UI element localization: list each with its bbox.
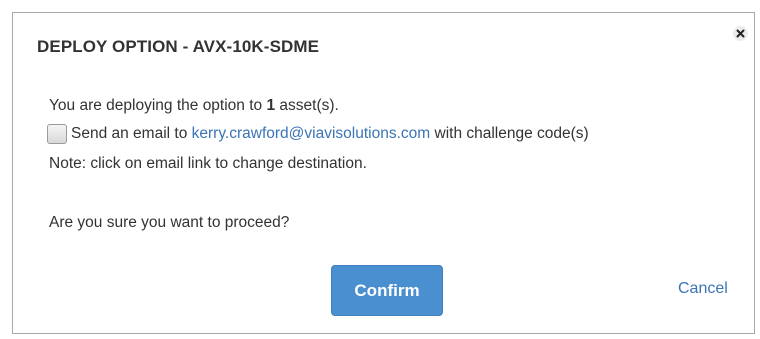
email-note: Note: click on email link to change dest… [49, 155, 367, 172]
deploy-message: You are deploying the option to 1 asset(… [49, 97, 339, 115]
asset-count: 1 [266, 97, 276, 114]
close-icon [736, 29, 745, 38]
deploy-message-suffix: asset(s). [275, 97, 339, 114]
email-link[interactable]: kerry.crawford@viavisolutions.com [192, 125, 431, 143]
cancel-link[interactable]: Cancel [678, 280, 728, 298]
deploy-option-dialog: DEPLOY OPTION - AVX-10K-SDME You are dep… [12, 12, 755, 334]
email-option-prefix: Send an email to [71, 125, 192, 142]
deploy-message-prefix: You are deploying the option to [49, 97, 267, 114]
close-button[interactable] [733, 26, 748, 41]
email-option-suffix: with challenge code(s) [430, 125, 589, 142]
send-email-checkbox[interactable] [47, 124, 67, 144]
confirm-button[interactable]: Confirm [331, 265, 443, 316]
confirm-question: Are you sure you want to proceed? [49, 214, 290, 231]
dialog-title: DEPLOY OPTION - AVX-10K-SDME [37, 37, 320, 56]
email-option-row: Send an email to kerry.crawford@viavisol… [47, 124, 589, 144]
